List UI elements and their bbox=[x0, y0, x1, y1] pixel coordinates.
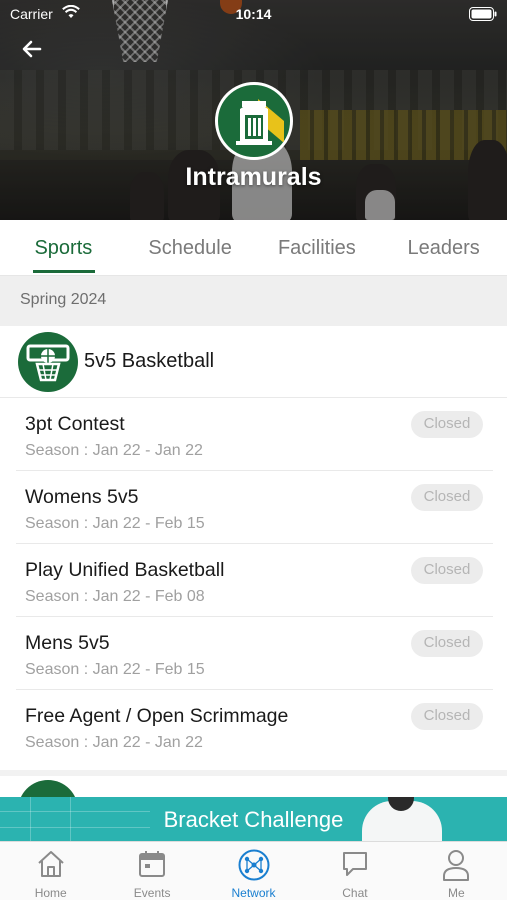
status-bar: Carrier 10:14 bbox=[0, 0, 507, 30]
intramurals-logo bbox=[215, 82, 293, 160]
home-icon bbox=[38, 851, 64, 877]
chat-icon bbox=[342, 852, 367, 876]
nav-label: Events bbox=[133, 886, 171, 900]
nav-events[interactable]: Events bbox=[101, 842, 202, 900]
status-badge: Closed bbox=[411, 484, 483, 511]
nav-network[interactable]: Network bbox=[203, 842, 304, 900]
tab-bar: Sports Schedule Facilities Leaders bbox=[0, 220, 507, 276]
banner-title: Bracket Challenge bbox=[163, 807, 344, 832]
event-season: Season : Jan 22 - Feb 08 bbox=[25, 588, 205, 605]
back-arrow-icon[interactable] bbox=[20, 37, 44, 61]
list-item[interactable]: Free Agent / Open Scrimmage Season : Jan… bbox=[16, 690, 493, 763]
bracket-challenge-banner[interactable]: Bracket Challenge bbox=[0, 797, 507, 841]
event-name: 3pt Contest bbox=[25, 413, 125, 435]
status-badge: Closed bbox=[411, 557, 483, 584]
header-hero: Carrier 10:14 Intramurals bbox=[0, 0, 507, 220]
nav-me[interactable]: Me bbox=[406, 842, 507, 900]
event-name: Womens 5v5 bbox=[25, 486, 139, 508]
tab-leaders[interactable]: Leaders bbox=[380, 220, 507, 275]
nav-label: Network bbox=[231, 886, 276, 900]
sport-name: 5v5 Basketball bbox=[84, 350, 215, 372]
basketball-hoop-icon bbox=[18, 332, 78, 392]
network-icon bbox=[238, 849, 270, 881]
nav-label: Home bbox=[34, 886, 67, 900]
event-name: Free Agent / Open Scrimmage bbox=[25, 705, 289, 727]
person-icon bbox=[443, 850, 470, 881]
nav-home[interactable]: Home bbox=[0, 842, 101, 900]
event-season: Season : Jan 22 - Feb 15 bbox=[25, 661, 205, 678]
event-season: Season : Jan 22 - Feb 15 bbox=[25, 515, 205, 532]
event-name: Play Unified Basketball bbox=[25, 559, 225, 581]
tab-facilities[interactable]: Facilities bbox=[254, 220, 381, 275]
page-title: Intramurals bbox=[185, 163, 322, 191]
list-item[interactable]: Mens 5v5 Season : Jan 22 - Feb 15 Closed bbox=[16, 617, 493, 690]
sport-card: 5v5 Basketball 3pt Contest Season : Jan … bbox=[0, 326, 507, 770]
tab-schedule[interactable]: Schedule bbox=[127, 220, 254, 275]
list-item[interactable]: 3pt Contest Season : Jan 22 - Jan 22 Clo… bbox=[16, 398, 493, 471]
status-badge: Closed bbox=[411, 630, 483, 657]
status-time: 10:14 bbox=[235, 6, 272, 22]
nav-label: Chat bbox=[342, 886, 368, 900]
list-item[interactable]: Womens 5v5 Season : Jan 22 - Feb 15 Clos… bbox=[16, 471, 493, 544]
status-badge: Closed bbox=[411, 703, 483, 730]
sport-header[interactable]: 5v5 Basketball bbox=[0, 326, 507, 398]
list-item[interactable]: Play Unified Basketball Season : Jan 22 … bbox=[16, 544, 493, 617]
battery-icon bbox=[469, 7, 497, 24]
nav-chat[interactable]: Chat bbox=[304, 842, 405, 900]
status-badge: Closed bbox=[411, 411, 483, 438]
event-season: Season : Jan 22 - Jan 22 bbox=[25, 734, 203, 751]
event-season: Season : Jan 22 - Jan 22 bbox=[25, 442, 203, 459]
event-name: Mens 5v5 bbox=[25, 632, 110, 654]
tab-sports[interactable]: Sports bbox=[0, 220, 127, 275]
season-header: Spring 2024 bbox=[0, 276, 507, 326]
nav-label: Me bbox=[447, 886, 465, 900]
bottom-navigation: Home Events Network Chat Me bbox=[0, 841, 507, 900]
calendar-icon bbox=[139, 851, 166, 877]
